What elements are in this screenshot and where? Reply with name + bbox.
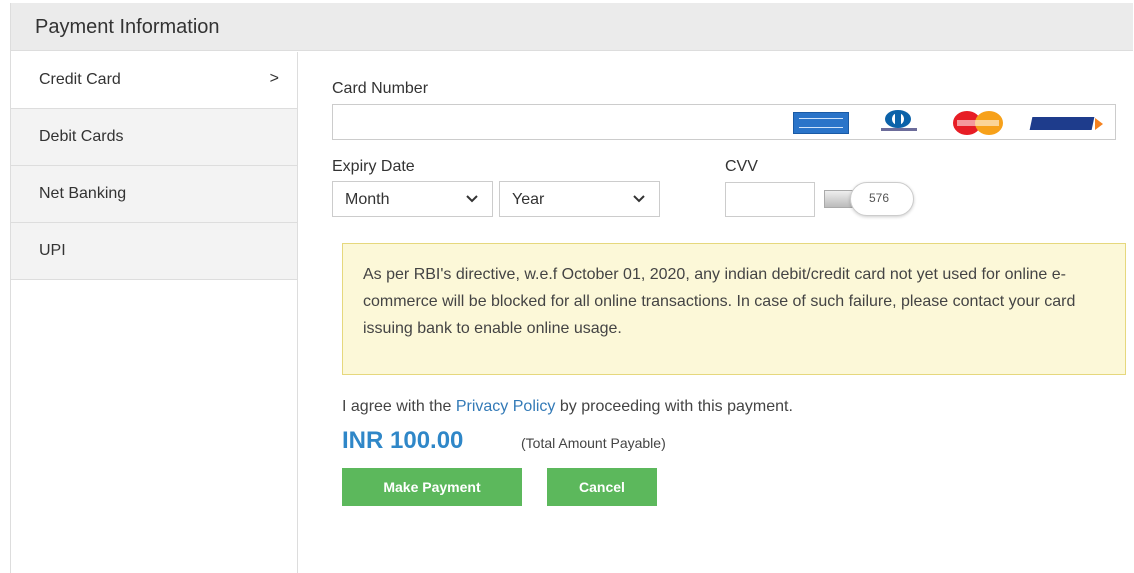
sidebar-item-label: Credit Card	[39, 71, 121, 88]
agreement-suffix: by proceeding with this payment.	[555, 398, 793, 415]
sidebar-item-debit-cards[interactable]: Debit Cards	[11, 109, 297, 166]
chevron-right-icon: >	[269, 70, 279, 87]
payment-panel: Payment Information Credit Card > Debit …	[10, 3, 1133, 573]
rbi-notice: As per RBI's directive, w.e.f October 01…	[342, 243, 1126, 375]
month-select-value: Month	[345, 191, 390, 208]
mastercard-icon	[949, 110, 1007, 136]
chevron-down-icon	[466, 195, 478, 203]
cvv-hint-card-icon: 576	[822, 182, 916, 216]
total-amount: INR 100.00	[342, 427, 464, 454]
expiry-month-select[interactable]: Month	[332, 181, 493, 217]
card-number-input[interactable]	[332, 104, 1116, 140]
sidebar-item-label: UPI	[39, 242, 66, 259]
panel-title: Payment Information	[35, 16, 220, 38]
cvv-hint-number: 576	[869, 191, 890, 205]
american-express-icon	[793, 112, 849, 134]
expiry-date-label: Expiry Date	[332, 158, 415, 175]
sidebar-item-net-banking[interactable]: Net Banking	[11, 166, 297, 223]
make-payment-button[interactable]: Make Payment	[342, 468, 522, 506]
expiry-year-select[interactable]: Year	[499, 181, 660, 217]
panel-header: Payment Information	[11, 3, 1133, 51]
diners-club-icon	[871, 110, 927, 136]
sidebar-item-credit-card[interactable]: Credit Card >	[11, 52, 297, 109]
privacy-policy-link[interactable]: Privacy Policy	[456, 398, 556, 415]
rbi-notice-text: As per RBI's directive, w.e.f October 01…	[363, 266, 1076, 337]
cvv-input[interactable]	[725, 182, 815, 217]
payment-form: Card Number Expiry Date Month Year CVV 5…	[298, 52, 1133, 573]
card-logos	[771, 110, 1109, 136]
cvv-label: CVV	[725, 158, 758, 175]
total-amount-note: (Total Amount Payable)	[521, 435, 666, 451]
card-number-label: Card Number	[332, 80, 429, 97]
agreement-prefix: I agree with the	[342, 398, 456, 415]
year-select-value: Year	[512, 191, 545, 208]
chevron-down-icon	[633, 195, 645, 203]
sidebar-item-upi[interactable]: UPI	[11, 223, 297, 280]
cancel-button[interactable]: Cancel	[547, 468, 657, 506]
agreement-text: I agree with the Privacy Policy by proce…	[342, 398, 793, 416]
rupay-icon	[1029, 110, 1109, 136]
payment-method-sidebar: Credit Card > Debit Cards Net Banking UP…	[11, 52, 298, 573]
sidebar-item-label: Net Banking	[39, 185, 127, 202]
sidebar-item-label: Debit Cards	[39, 128, 124, 145]
